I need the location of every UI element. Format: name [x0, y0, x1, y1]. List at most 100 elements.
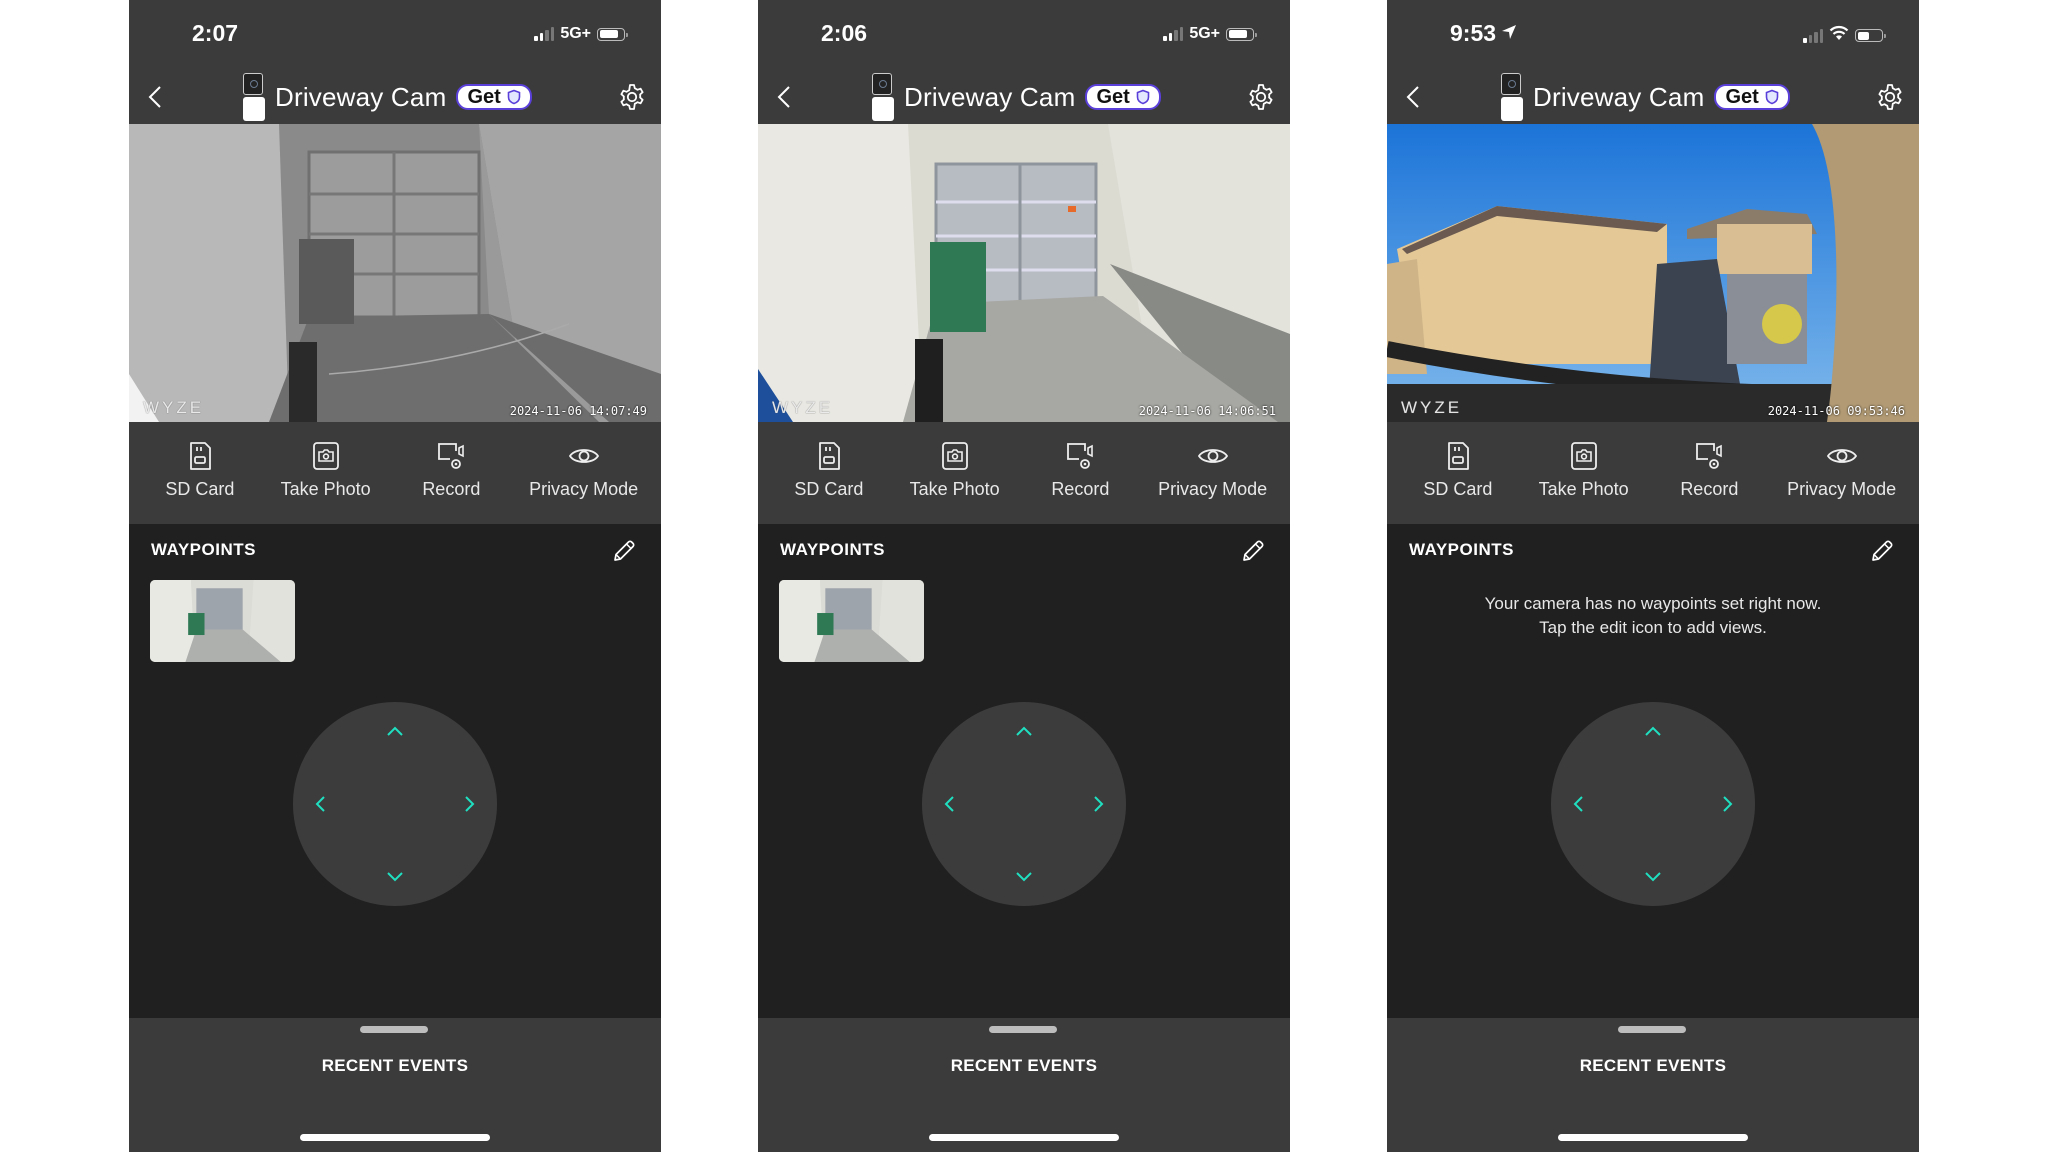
sd-card-button[interactable]: SD Card — [152, 422, 248, 524]
empty-line-1: Your camera has no waypoints set right n… — [1484, 594, 1822, 613]
clock: 9:53 — [1450, 20, 1497, 46]
pan-tilt-joystick[interactable] — [1551, 702, 1755, 906]
recent-events-title: RECENT EVENTS — [950, 1056, 1098, 1075]
sheet-drag-handle[interactable] — [360, 1026, 428, 1033]
sd-card-label: SD Card — [1423, 479, 1493, 499]
get-badge-label: Get — [1725, 86, 1759, 108]
clock: 2:07 — [192, 20, 239, 46]
edit-waypoints-button[interactable] — [1240, 538, 1266, 564]
tilt-up-button[interactable] — [1009, 716, 1039, 746]
video-timestamp: 2024-11-06 09:53:46 — [1767, 404, 1905, 418]
waypoint-thumbnail[interactable] — [150, 580, 295, 662]
record-label: Record — [1680, 479, 1739, 499]
get-cam-plus-badge[interactable]: Get — [456, 84, 532, 110]
status-bar: 9:53 — [1387, 0, 1919, 70]
live-video-feed[interactable]: WYZE 2024-11-06 14:07:49 — [129, 124, 661, 422]
tilt-down-button[interactable] — [380, 862, 410, 892]
video-timestamp: 2024-11-06 14:07:49 — [509, 404, 647, 418]
edit-waypoints-button[interactable] — [1869, 538, 1895, 564]
take-photo-label: Take Photo — [909, 479, 1000, 499]
back-button[interactable] — [1399, 82, 1429, 112]
battery-fill — [1228, 30, 1247, 38]
camera-scene — [129, 124, 661, 422]
pan-right-button[interactable] — [455, 789, 485, 819]
pan-left-button[interactable] — [1563, 789, 1593, 819]
status-time: 2:06 — [821, 20, 867, 47]
tilt-down-button[interactable] — [1638, 862, 1668, 892]
home-indicator[interactable] — [300, 1134, 490, 1141]
pan-left-button[interactable] — [934, 789, 964, 819]
eye-icon — [1826, 449, 1857, 463]
signal-strength-icon — [1163, 27, 1184, 41]
tilt-down-button[interactable] — [1009, 862, 1039, 892]
record-icon — [1067, 443, 1094, 469]
privacy-mode-label: Privacy Mode — [1787, 479, 1897, 499]
live-video-feed[interactable]: WYZE 2024-11-06 14:06:51 — [758, 124, 1290, 422]
record-button[interactable]: Record — [1661, 422, 1757, 524]
edit-waypoints-button[interactable] — [611, 538, 637, 564]
gear-icon — [1249, 84, 1273, 110]
back-button[interactable] — [770, 82, 800, 112]
record-button[interactable]: Record — [403, 422, 499, 524]
waypoint-thumbnail-image — [779, 580, 924, 662]
back-button[interactable] — [141, 82, 171, 112]
settings-button[interactable] — [1875, 82, 1905, 112]
sheet-drag-handle[interactable] — [1618, 1026, 1686, 1033]
chevron-left-icon — [944, 796, 954, 812]
sheet-drag-handle[interactable] — [989, 1026, 1057, 1033]
privacy-mode-button[interactable]: Privacy Mode — [529, 422, 638, 524]
action-bar: SD Card Take Photo Record Privacy Mode — [129, 422, 661, 524]
device-title-group: Driveway Cam Get — [870, 73, 1161, 121]
camera-device-icon — [1499, 73, 1523, 121]
take-photo-button[interactable]: Take Photo — [907, 422, 1003, 524]
take-photo-button[interactable]: Take Photo — [1536, 422, 1632, 524]
pan-right-button[interactable] — [1713, 789, 1743, 819]
get-cam-plus-badge[interactable]: Get — [1714, 84, 1790, 110]
take-photo-label: Take Photo — [1538, 479, 1629, 499]
chevron-right-icon — [1723, 796, 1733, 812]
phone-screen-3: 9:53 Driveway Cam Get WYZE 2024-11-06 09… — [1387, 0, 1919, 1152]
pan-right-button[interactable] — [1084, 789, 1114, 819]
recent-events-sheet[interactable]: RECENT EVENTS — [129, 1018, 661, 1152]
tilt-up-button[interactable] — [1638, 716, 1668, 746]
nav-header: Driveway Cam Get — [758, 70, 1290, 124]
sd-card-button[interactable]: SD Card — [781, 422, 877, 524]
waypoint-thumbnail[interactable] — [779, 580, 924, 662]
get-cam-plus-badge[interactable]: Get — [1085, 84, 1161, 110]
privacy-mode-button[interactable]: Privacy Mode — [1158, 422, 1267, 524]
tilt-up-button[interactable] — [380, 716, 410, 746]
clock: 2:06 — [821, 20, 868, 46]
chevron-up-icon — [1645, 726, 1661, 736]
location-arrow-icon — [1500, 20, 1518, 47]
wyze-watermark: WYZE — [1401, 398, 1463, 417]
chevron-left-icon — [315, 796, 325, 812]
recent-events-sheet[interactable]: RECENT EVENTS — [1387, 1018, 1919, 1152]
privacy-mode-button[interactable]: Privacy Mode — [1787, 422, 1896, 524]
pan-tilt-joystick[interactable] — [293, 702, 497, 906]
record-label: Record — [1051, 479, 1110, 499]
chevron-up-icon — [1016, 726, 1032, 736]
take-photo-button[interactable]: Take Photo — [278, 422, 374, 524]
pencil-icon — [1872, 540, 1893, 561]
camera-icon — [941, 442, 968, 470]
camera-icon — [312, 442, 339, 470]
chevron-left-icon — [1573, 796, 1583, 812]
record-button[interactable]: Record — [1032, 422, 1128, 524]
settings-button[interactable] — [1246, 82, 1276, 112]
gear-icon — [1878, 84, 1902, 110]
recent-events-sheet[interactable]: RECENT EVENTS — [758, 1018, 1290, 1152]
live-video-feed[interactable]: WYZE 2024-11-06 09:53:46 — [1387, 124, 1919, 422]
sd-card-button[interactable]: SD Card — [1410, 422, 1506, 524]
chevron-down-icon — [1016, 872, 1032, 882]
shield-icon — [1765, 89, 1779, 105]
pan-tilt-joystick[interactable] — [922, 702, 1126, 906]
get-badge-label: Get — [467, 86, 501, 108]
camera-icon — [1570, 442, 1597, 470]
chevron-right-icon — [465, 796, 475, 812]
settings-button[interactable] — [617, 82, 647, 112]
signal-strength-icon — [1803, 28, 1823, 43]
waypoints-panel: WAYPOINTS — [758, 524, 1290, 1018]
home-indicator[interactable] — [929, 1134, 1119, 1141]
home-indicator[interactable] — [1558, 1134, 1748, 1141]
pan-left-button[interactable] — [305, 789, 335, 819]
